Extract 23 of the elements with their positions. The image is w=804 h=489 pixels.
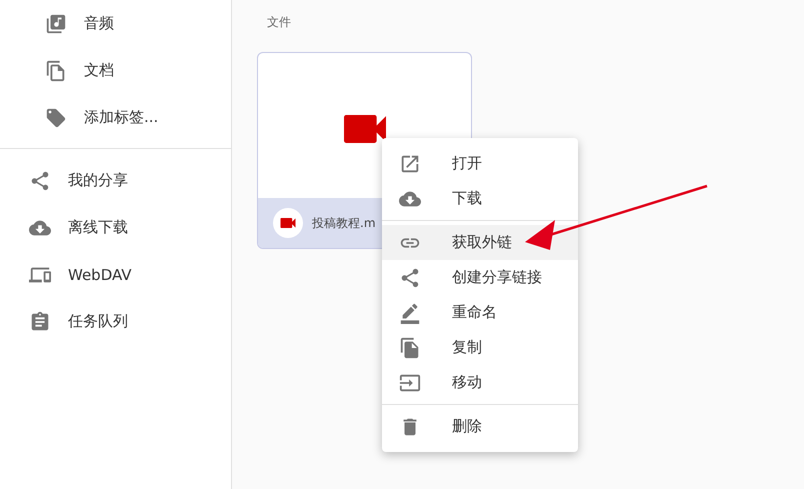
clipboard-icon (29, 310, 51, 332)
sidebar-item[interactable]: 音频 (0, 0, 231, 47)
menu-item[interactable]: 创建分享链接 (382, 260, 578, 295)
sidebar-item[interactable]: 离线下载 (0, 204, 231, 251)
sidebar-item[interactable]: 任务队列 (0, 298, 231, 345)
sidebar-item[interactable]: 文档 (0, 47, 231, 94)
tag-icon (45, 106, 67, 128)
sidebar-item[interactable]: WebDAV (0, 251, 231, 298)
copy-icon (399, 336, 421, 358)
menu-item[interactable]: 复制 (382, 330, 578, 365)
menu-item[interactable]: 删除 (382, 409, 578, 444)
file-name: 投稿教程.m (312, 214, 376, 232)
menu-item[interactable]: 获取外链 (382, 225, 578, 260)
documents-icon (45, 60, 67, 82)
sidebar-item[interactable]: 添加标签... (0, 94, 231, 141)
menu-item[interactable]: 重命名 (382, 295, 578, 330)
menu-item[interactable]: 移动 (382, 365, 578, 400)
share-icon (29, 170, 51, 192)
share-icon (399, 266, 421, 288)
pencil-icon (399, 302, 421, 324)
music-library-icon (45, 12, 67, 34)
section-label: 文件 (267, 14, 292, 31)
sidebar-item[interactable]: 我的分享 (0, 157, 231, 204)
